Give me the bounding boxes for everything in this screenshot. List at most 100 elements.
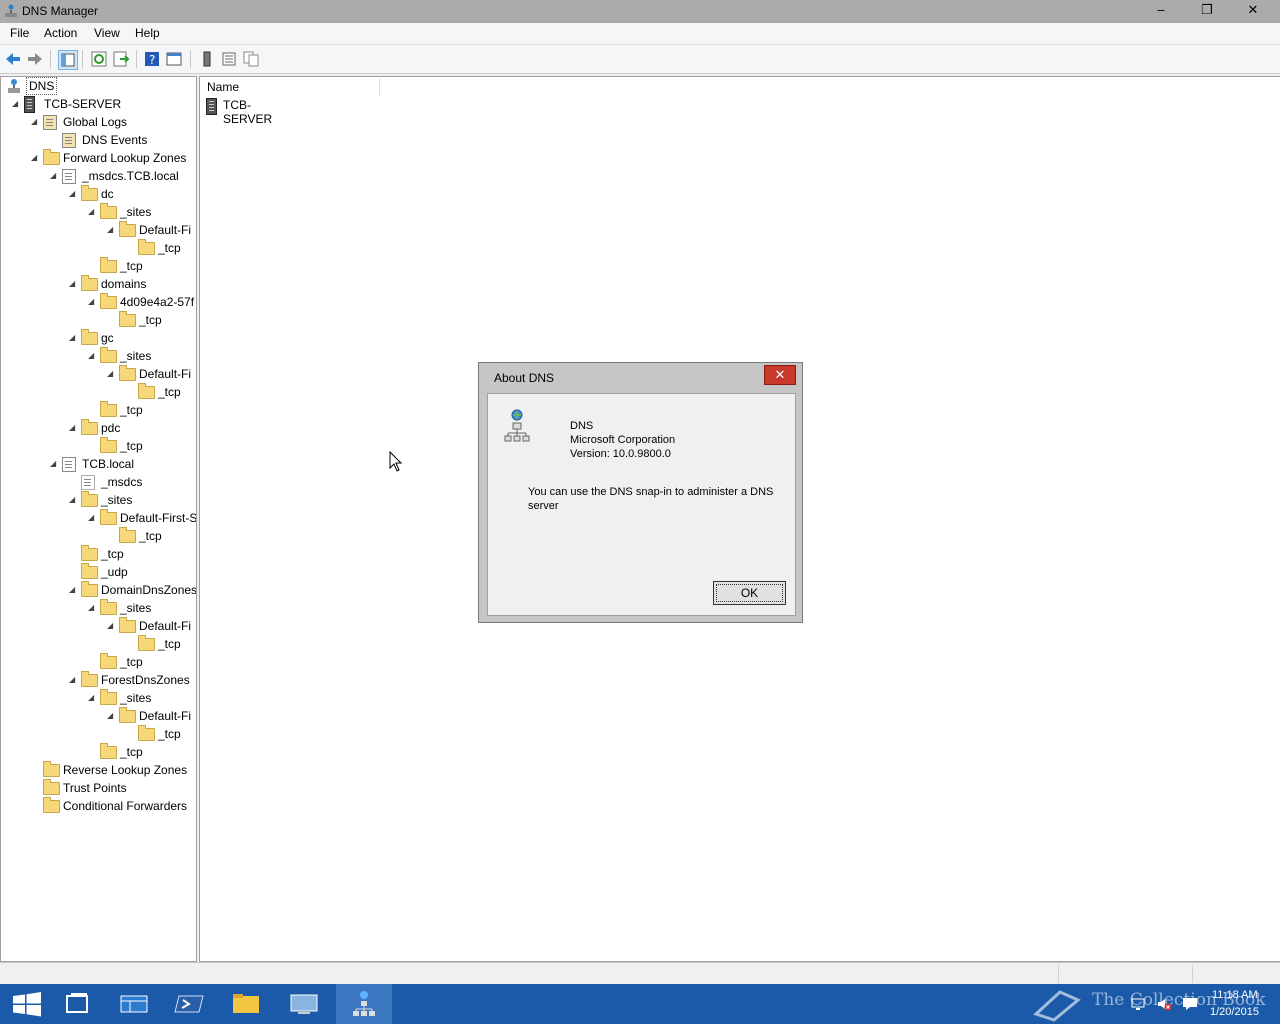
- expand-collapse-icon[interactable]: ◢: [31, 149, 39, 167]
- tree-node-label: _tcp: [101, 547, 124, 561]
- expand-collapse-icon[interactable]: ◢: [50, 455, 58, 473]
- expand-collapse-icon[interactable]: ◢: [88, 203, 96, 221]
- tree-node-label: domains: [101, 277, 147, 291]
- tree-node-label: _tcp: [158, 637, 181, 651]
- folder-icon: [119, 221, 136, 237]
- tree-node-label: ForestDnsZones: [101, 673, 190, 687]
- server-icon[interactable]: [198, 50, 216, 68]
- folder-icon: [43, 797, 60, 813]
- folder-icon: [119, 617, 136, 633]
- help-icon[interactable]: ?: [143, 50, 161, 68]
- expand-collapse-icon[interactable]: ◢: [107, 221, 115, 239]
- properties-icon[interactable]: [165, 50, 183, 68]
- menu-file[interactable]: File: [10, 26, 29, 40]
- export-list-icon[interactable]: [112, 50, 130, 68]
- zone-icon: [81, 475, 95, 490]
- tree-node-label: _tcp: [158, 385, 181, 399]
- tree-node-label: _tcp: [158, 241, 181, 255]
- column-header-name[interactable]: Name: [201, 78, 380, 96]
- tree-node-label: _sites: [120, 205, 152, 219]
- action-center-icon[interactable]: [1182, 996, 1198, 1012]
- watermark-book-icon: [1033, 990, 1081, 1022]
- start-windows-icon[interactable]: [0, 984, 56, 1024]
- volume-muted-icon[interactable]: [1156, 996, 1172, 1012]
- expand-collapse-icon[interactable]: ◢: [88, 509, 96, 527]
- tree-node-label: dc: [101, 187, 114, 201]
- forward-arrow-icon[interactable]: [26, 50, 44, 68]
- tree-node-label: _sites: [120, 601, 152, 615]
- file-explorer-icon[interactable]: [218, 984, 274, 1024]
- expand-collapse-icon[interactable]: ◢: [88, 293, 96, 311]
- expand-collapse-icon[interactable]: ◢: [107, 365, 115, 383]
- tree-node-label: pdc: [101, 421, 121, 435]
- menu-help[interactable]: Help: [135, 26, 160, 40]
- event-log-icon: [43, 115, 57, 130]
- tree-node-label: _tcp: [120, 259, 143, 273]
- expand-collapse-icon[interactable]: ◢: [88, 689, 96, 707]
- restore-button[interactable]: ❐: [1184, 0, 1230, 20]
- svg-text:?: ?: [149, 53, 155, 67]
- back-arrow-icon[interactable]: [4, 50, 22, 68]
- expand-collapse-icon[interactable]: ◢: [69, 581, 77, 599]
- folder-icon: [81, 581, 98, 597]
- tree-node-label: _tcp: [158, 727, 181, 741]
- expand-collapse-icon[interactable]: ◢: [69, 491, 77, 509]
- event-log-icon: [62, 133, 76, 148]
- server-icon: [24, 96, 35, 113]
- clock-time[interactable]: 11:18 AM: [1212, 989, 1258, 1001]
- expand-collapse-icon[interactable]: ◢: [69, 671, 77, 689]
- tree-node-label: _tcp: [120, 745, 143, 759]
- status-bar: [0, 962, 1280, 985]
- expand-collapse-icon[interactable]: ◢: [88, 347, 96, 365]
- powershell-icon[interactable]: [162, 984, 218, 1024]
- network-icon[interactable]: [1130, 996, 1146, 1012]
- refresh-icon[interactable]: [90, 50, 108, 68]
- tree-node-label: Reverse Lookup Zones: [63, 763, 188, 777]
- copy-icon[interactable]: [242, 50, 260, 68]
- folder-icon: [119, 707, 136, 723]
- console-tree[interactable]: DNS ◢ TCB-SERVER ◢ Global Logs DNS Events ◢ Fo…: [0, 76, 197, 962]
- list-view-icon[interactable]: [220, 50, 238, 68]
- folder-icon: [81, 275, 98, 291]
- dialog-close-button[interactable]: ✕: [764, 365, 796, 385]
- version-text: Version: 10.0.9800.0: [570, 448, 671, 460]
- tree-node-label: _udp: [101, 565, 128, 579]
- dns-manager-task-icon[interactable]: [336, 984, 392, 1024]
- expand-collapse-icon[interactable]: ◢: [88, 599, 96, 617]
- tree-node-label: _sites: [101, 493, 133, 507]
- folder-icon: [81, 545, 98, 561]
- expand-collapse-icon[interactable]: ◢: [69, 275, 77, 293]
- expand-collapse-icon[interactable]: ◢: [50, 167, 58, 185]
- tree-node-label: _msdcs.TCB.local: [82, 169, 179, 183]
- dns-app-icon: [5, 4, 17, 17]
- expand-collapse-icon[interactable]: ◢: [12, 95, 20, 113]
- folder-icon: [138, 239, 155, 255]
- ok-button[interactable]: OK: [713, 581, 786, 605]
- server-icon: [206, 98, 217, 115]
- folder-icon: [100, 509, 117, 525]
- expand-collapse-icon[interactable]: ◢: [69, 185, 77, 203]
- close-button[interactable]: ✕: [1230, 0, 1276, 20]
- expand-collapse-icon[interactable]: ◢: [107, 707, 115, 725]
- menu-bar: File Action View Help: [0, 23, 1280, 45]
- server-manager-icon[interactable]: [106, 984, 162, 1024]
- menu-action[interactable]: Action: [44, 26, 77, 40]
- window-title: DNS Manager: [22, 4, 99, 18]
- expand-collapse-icon[interactable]: ◢: [69, 419, 77, 437]
- tree-node-label: _tcp: [139, 529, 162, 543]
- menu-view[interactable]: View: [94, 26, 120, 40]
- clock-date[interactable]: 1/20/2015: [1210, 1006, 1259, 1018]
- dialog-body: DNS Microsoft Corporation Version: 10.0.…: [487, 393, 796, 616]
- tree-node-label: DomainDnsZones: [101, 583, 197, 597]
- minimize-button[interactable]: –: [1138, 0, 1184, 20]
- expand-collapse-icon[interactable]: ◢: [69, 329, 77, 347]
- tree-node-label: _tcp: [120, 655, 143, 669]
- computer-management-icon[interactable]: [276, 984, 332, 1024]
- show-hide-console-tree-icon[interactable]: [58, 50, 78, 70]
- folder-icon: [81, 563, 98, 579]
- expand-collapse-icon[interactable]: ◢: [31, 113, 39, 131]
- tree-node-label: Default-Fi: [139, 223, 192, 237]
- task-view-icon[interactable]: [50, 984, 106, 1024]
- expand-collapse-icon[interactable]: ◢: [107, 617, 115, 635]
- folder-icon: [100, 347, 117, 363]
